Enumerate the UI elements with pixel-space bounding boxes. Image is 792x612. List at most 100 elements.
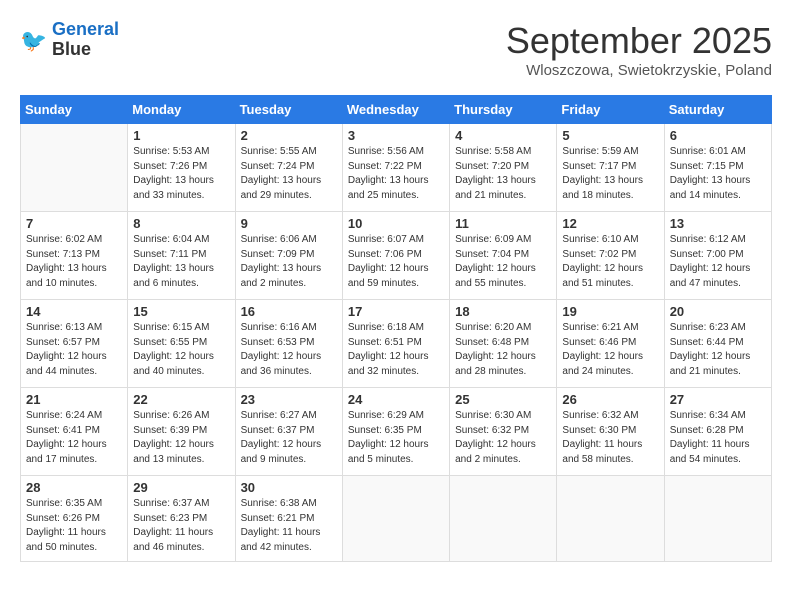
- day-number: 25: [455, 392, 551, 407]
- day-number: 20: [670, 304, 766, 319]
- day-info: Sunrise: 6:35 AM Sunset: 6:26 PM Dayligh…: [26, 497, 122, 555]
- day-info: Sunrise: 6:29 AM Sunset: 6:35 PM Dayligh…: [348, 409, 444, 467]
- calendar-day-cell: 27Sunrise: 6:34 AM Sunset: 6:28 PM Dayli…: [664, 388, 771, 476]
- calendar-day-cell: [664, 476, 771, 562]
- day-number: 28: [26, 480, 122, 495]
- day-number: 30: [241, 480, 337, 495]
- calendar-header-row: SundayMondayTuesdayWednesdayThursdayFrid…: [21, 96, 772, 124]
- day-info: Sunrise: 5:56 AM Sunset: 7:22 PM Dayligh…: [348, 145, 444, 203]
- day-info: Sunrise: 6:26 AM Sunset: 6:39 PM Dayligh…: [133, 409, 229, 467]
- day-number: 10: [348, 216, 444, 231]
- day-info: Sunrise: 6:34 AM Sunset: 6:28 PM Dayligh…: [670, 409, 766, 467]
- day-info: Sunrise: 6:20 AM Sunset: 6:48 PM Dayligh…: [455, 321, 551, 379]
- day-info: Sunrise: 5:55 AM Sunset: 7:24 PM Dayligh…: [241, 145, 337, 203]
- calendar-day-cell: 9 Sunrise: 6:06 AM Sunset: 7:09 PM Daylig…: [235, 212, 342, 300]
- day-number: 2: [241, 128, 337, 143]
- calendar-day-cell: 13Sunrise: 6:12 AM Sunset: 7:00 PM Dayli…: [664, 212, 771, 300]
- calendar-day-cell: 19 Sunrise: 6:21 AM Sunset: 6:46 PM Dayli…: [557, 300, 664, 388]
- day-info: Sunrise: 6:04 AM Sunset: 7:11 PM Dayligh…: [133, 233, 229, 291]
- calendar-week-row: 21Sunrise: 6:24 AM Sunset: 6:41 PM Dayli…: [21, 388, 772, 476]
- calendar-day-cell: 7Sunrise: 6:02 AM Sunset: 7:13 PM Daylig…: [21, 212, 128, 300]
- calendar-day-cell: 15 Sunrise: 6:15 AM Sunset: 6:55 PM Dayli…: [128, 300, 235, 388]
- calendar-week-row: 1Sunrise: 5:53 AM Sunset: 7:26 PM Daylig…: [21, 124, 772, 212]
- calendar-day-cell: [21, 124, 128, 212]
- day-info: Sunrise: 6:07 AM Sunset: 7:06 PM Dayligh…: [348, 233, 444, 291]
- day-number: 12: [562, 216, 658, 231]
- day-number: 6: [670, 128, 766, 143]
- calendar-day-cell: 10 Sunrise: 6:07 AM Sunset: 7:06 PM Dayli…: [342, 212, 449, 300]
- calendar-day-cell: 26 Sunrise: 6:32 AM Sunset: 6:30 PM Dayli…: [557, 388, 664, 476]
- day-info: Sunrise: 6:21 AM Sunset: 6:46 PM Dayligh…: [562, 321, 658, 379]
- day-info: Sunrise: 6:15 AM Sunset: 6:55 PM Dayligh…: [133, 321, 229, 379]
- day-info: Sunrise: 6:32 AM Sunset: 6:30 PM Dayligh…: [562, 409, 658, 467]
- day-info: Sunrise: 6:01 AM Sunset: 7:15 PM Dayligh…: [670, 145, 766, 203]
- day-header: Sunday: [21, 96, 128, 124]
- day-number: 23: [241, 392, 337, 407]
- day-number: 17: [348, 304, 444, 319]
- day-number: 18: [455, 304, 551, 319]
- day-header: Monday: [128, 96, 235, 124]
- day-info: Sunrise: 5:53 AM Sunset: 7:26 PM Dayligh…: [133, 145, 229, 203]
- calendar-day-cell: 20 Sunrise: 6:23 AM Sunset: 6:44 PM Dayli…: [664, 300, 771, 388]
- day-info: Sunrise: 6:06 AM Sunset: 7:09 PM Dayligh…: [241, 233, 337, 291]
- logo-icon: 🐦: [20, 26, 48, 54]
- calendar-day-cell: [557, 476, 664, 562]
- calendar-day-cell: 22 Sunrise: 6:26 AM Sunset: 6:39 PM Dayli…: [128, 388, 235, 476]
- title-block: September 2025 Wloszczowa, Swietokrzyski…: [506, 20, 772, 79]
- day-header: Tuesday: [235, 96, 342, 124]
- day-number: 16: [241, 304, 337, 319]
- day-number: 3: [348, 128, 444, 143]
- day-info: Sunrise: 6:37 AM Sunset: 6:23 PM Dayligh…: [133, 497, 229, 555]
- calendar-day-cell: [450, 476, 557, 562]
- day-number: 5: [562, 128, 658, 143]
- day-info: Sunrise: 6:16 AM Sunset: 6:53 PM Dayligh…: [241, 321, 337, 379]
- calendar-day-cell: 2 Sunrise: 5:55 AM Sunset: 7:24 PM Daylig…: [235, 124, 342, 212]
- calendar-week-row: 14 Sunrise: 6:13 AM Sunset: 6:57 PM Dayli…: [21, 300, 772, 388]
- day-info: Sunrise: 6:18 AM Sunset: 6:51 PM Dayligh…: [348, 321, 444, 379]
- day-info: Sunrise: 5:58 AM Sunset: 7:20 PM Dayligh…: [455, 145, 551, 203]
- svg-text:🐦: 🐦: [20, 28, 47, 53]
- calendar-day-cell: 24 Sunrise: 6:29 AM Sunset: 6:35 PM Dayli…: [342, 388, 449, 476]
- day-number: 24: [348, 392, 444, 407]
- calendar-day-cell: 1Sunrise: 5:53 AM Sunset: 7:26 PM Daylig…: [128, 124, 235, 212]
- day-number: 21: [26, 392, 122, 407]
- day-number: 29: [133, 480, 229, 495]
- day-number: 11: [455, 216, 551, 231]
- calendar-day-cell: 3 Sunrise: 5:56 AM Sunset: 7:22 PM Daylig…: [342, 124, 449, 212]
- day-info: Sunrise: 6:38 AM Sunset: 6:21 PM Dayligh…: [241, 497, 337, 555]
- day-info: Sunrise: 6:23 AM Sunset: 6:44 PM Dayligh…: [670, 321, 766, 379]
- day-number: 13: [670, 216, 766, 231]
- day-info: Sunrise: 6:27 AM Sunset: 6:37 PM Dayligh…: [241, 409, 337, 467]
- calendar-week-row: 28 Sunrise: 6:35 AM Sunset: 6:26 PM Dayli…: [21, 476, 772, 562]
- calendar-day-cell: 25Sunrise: 6:30 AM Sunset: 6:32 PM Dayli…: [450, 388, 557, 476]
- day-number: 15: [133, 304, 229, 319]
- calendar-day-cell: 5 Sunrise: 5:59 AM Sunset: 7:17 PM Daylig…: [557, 124, 664, 212]
- calendar-day-cell: 23 Sunrise: 6:27 AM Sunset: 6:37 PM Dayli…: [235, 388, 342, 476]
- day-number: 14: [26, 304, 122, 319]
- logo-text: General Blue: [52, 20, 119, 60]
- calendar-day-cell: 18 Sunrise: 6:20 AM Sunset: 6:48 PM Dayli…: [450, 300, 557, 388]
- day-number: 4: [455, 128, 551, 143]
- calendar-day-cell: [342, 476, 449, 562]
- calendar-day-cell: 14 Sunrise: 6:13 AM Sunset: 6:57 PM Dayli…: [21, 300, 128, 388]
- calendar-day-cell: 16 Sunrise: 6:16 AM Sunset: 6:53 PM Dayli…: [235, 300, 342, 388]
- day-info: Sunrise: 6:13 AM Sunset: 6:57 PM Dayligh…: [26, 321, 122, 379]
- day-header: Wednesday: [342, 96, 449, 124]
- calendar-body: 1Sunrise: 5:53 AM Sunset: 7:26 PM Daylig…: [21, 124, 772, 562]
- day-number: 7: [26, 216, 122, 231]
- month-title: September 2025: [506, 20, 772, 62]
- day-number: 9: [241, 216, 337, 231]
- calendar-day-cell: 17 Sunrise: 6:18 AM Sunset: 6:51 PM Dayli…: [342, 300, 449, 388]
- calendar-day-cell: 6 Sunrise: 6:01 AM Sunset: 7:15 PM Daylig…: [664, 124, 771, 212]
- calendar-day-cell: 8 Sunrise: 6:04 AM Sunset: 7:11 PM Daylig…: [128, 212, 235, 300]
- day-number: 19: [562, 304, 658, 319]
- day-info: Sunrise: 6:09 AM Sunset: 7:04 PM Dayligh…: [455, 233, 551, 291]
- day-number: 22: [133, 392, 229, 407]
- day-info: Sunrise: 5:59 AM Sunset: 7:17 PM Dayligh…: [562, 145, 658, 203]
- day-header: Saturday: [664, 96, 771, 124]
- calendar-day-cell: 29 Sunrise: 6:37 AM Sunset: 6:23 PM Dayli…: [128, 476, 235, 562]
- day-number: 26: [562, 392, 658, 407]
- day-number: 8: [133, 216, 229, 231]
- location-subtitle: Wloszczowa, Swietokrzyskie, Poland: [506, 62, 772, 79]
- calendar-day-cell: 11 Sunrise: 6:09 AM Sunset: 7:04 PM Dayli…: [450, 212, 557, 300]
